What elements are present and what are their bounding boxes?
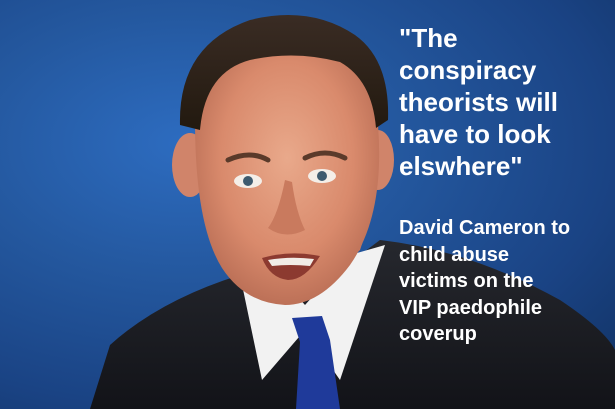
caption-text: David Cameron to child abuse victims on …	[399, 217, 571, 345]
meme-image: "The conspiracy theorists will have to l…	[0, 0, 615, 409]
quote-text: "The conspiracy theorists will have to l…	[399, 23, 558, 181]
